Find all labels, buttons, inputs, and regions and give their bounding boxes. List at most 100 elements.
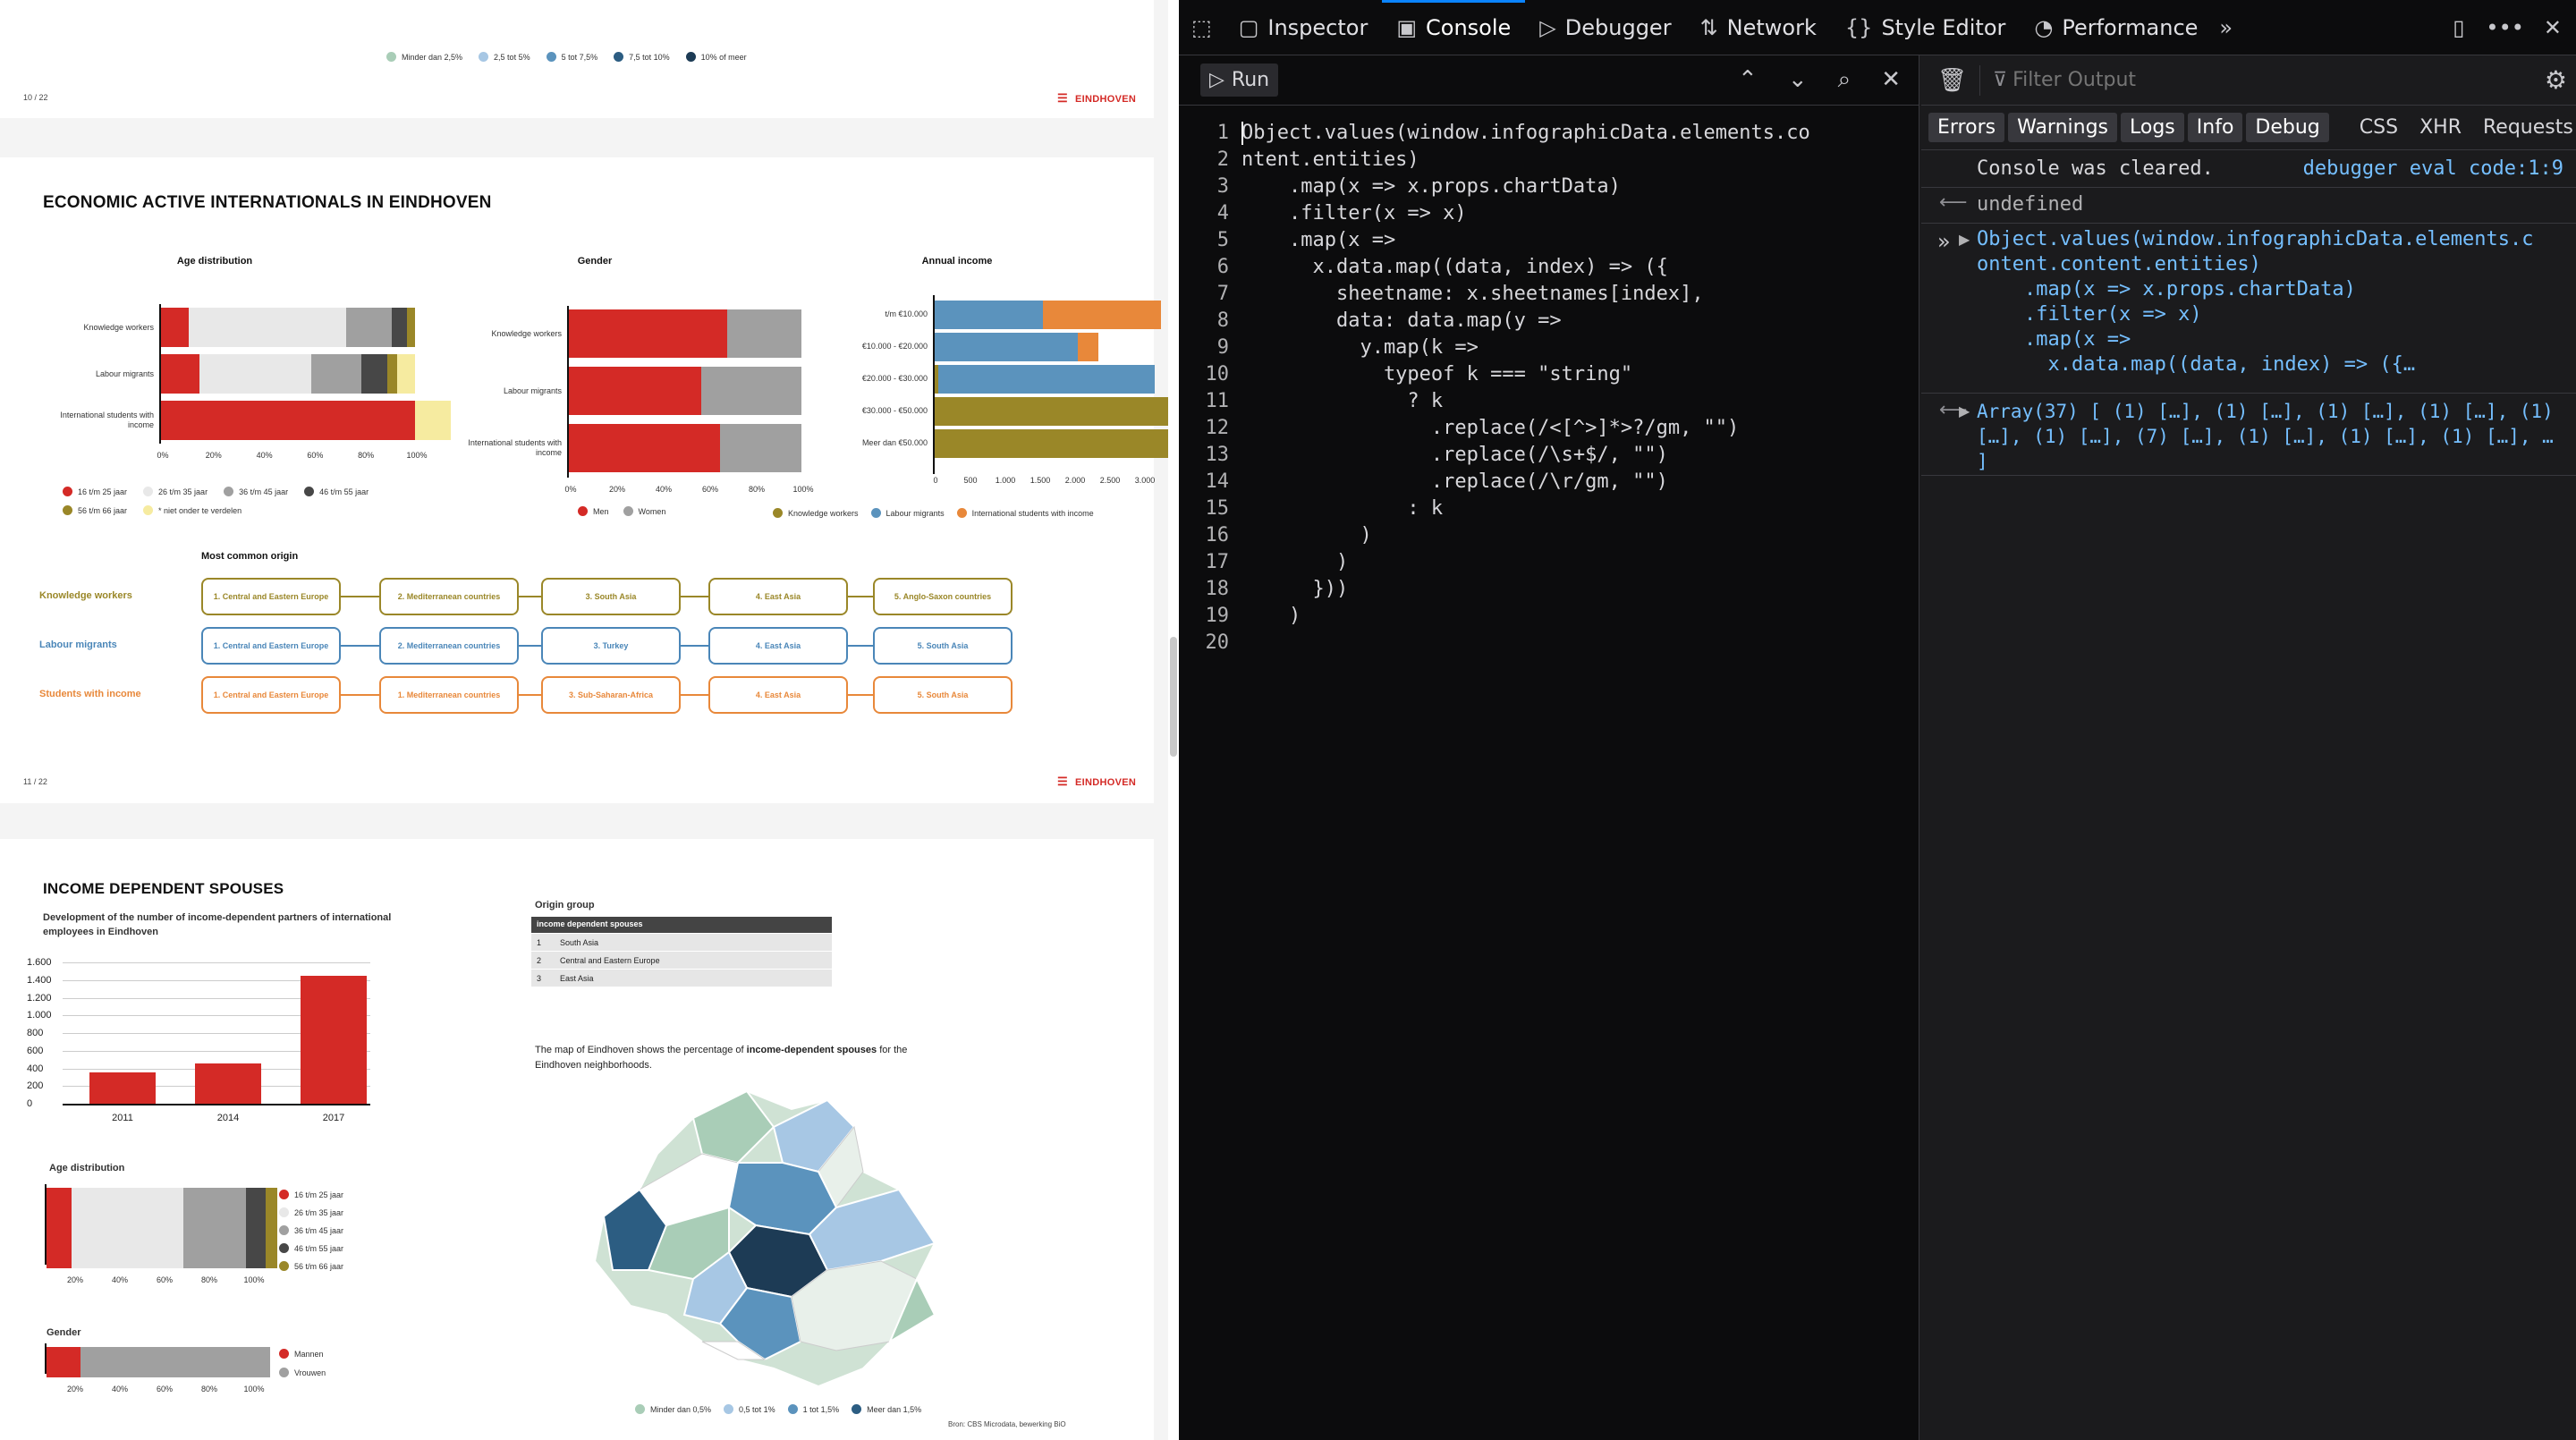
tick-label: 0	[933, 476, 938, 485]
close-icon: ✕	[2543, 14, 2562, 40]
expand-triangle-icon[interactable]: ▶	[1959, 402, 1970, 419]
table-row: 1 South Asia	[531, 933, 832, 951]
legend-swatch	[63, 487, 72, 496]
tick-label: 80%	[748, 485, 765, 494]
legend-label: 36 t/m 45 jaar	[294, 1225, 344, 1235]
legend-swatch	[386, 52, 396, 62]
origin-box: 2. Mediterranean countries	[379, 578, 519, 615]
filter-logs[interactable]: Logs	[2121, 113, 2184, 142]
tick-label: 60%	[156, 1275, 173, 1284]
close-devtools-button[interactable]: ✕	[2535, 0, 2576, 55]
tick-label: 0	[27, 1098, 33, 1109]
tick-label: 80%	[200, 1275, 217, 1284]
legend-label: 26 t/m 35 jaar	[294, 1207, 344, 1217]
result-text: undefined	[1977, 193, 2084, 216]
legend-swatch	[956, 508, 967, 518]
console-input-echo: » ▶ Object.values(window.infographicData…	[1921, 224, 2576, 394]
line-number: 5	[1216, 229, 1229, 251]
row-label: International students with income	[60, 411, 154, 429]
legend-item: 5 tot 7,5%	[546, 52, 597, 62]
code-line: ? k	[1241, 390, 1444, 412]
row-label: Labour migrants	[95, 368, 154, 378]
message-source-link[interactable]: debugger eval code:1:9	[2303, 156, 2563, 182]
tab-inspector[interactable]: ▢ Inspector	[1224, 0, 1383, 55]
gridline	[63, 962, 370, 963]
bar	[89, 1072, 156, 1104]
more-tabs-button[interactable]: »	[2212, 0, 2240, 55]
scrollbar[interactable]	[1168, 0, 1179, 1440]
legend-label: * niet onder te verdelen	[158, 505, 242, 515]
document-viewer[interactable]: Minder dan 2,5% 2,5 tot 5% 5 tot 7,5% 7,5 t…	[0, 0, 1168, 1440]
legend-item: Labour migrants	[870, 508, 945, 518]
tab-debugger[interactable]: ▷ Debugger	[1525, 0, 1685, 55]
array-result-text[interactable]: Array(37) [ (1) […], (1) […], (1) […], (…	[1977, 399, 2567, 474]
code-line: )	[1241, 551, 1349, 573]
line-number: 12	[1205, 417, 1230, 439]
log-level-filters: Errors Warnings Logs Info Debug CSS XHR …	[1921, 106, 2576, 150]
tick-label: 3.000	[1134, 476, 1156, 485]
filter-info[interactable]: Info	[2187, 113, 2243, 142]
tab-performance[interactable]: ◔ Performance	[2020, 0, 2212, 55]
tab-label: Console	[1426, 14, 1512, 40]
filter-requests[interactable]: Requests	[2474, 113, 2576, 142]
tick-label: 400	[27, 1063, 44, 1074]
responsive-mode-button[interactable]: ▯	[2442, 0, 2475, 55]
age-chart-title: Age distribution	[176, 256, 253, 267]
bar-segment	[80, 1347, 270, 1377]
tab-network[interactable]: ⇅ Network	[1686, 0, 1831, 55]
tick-label: 800	[27, 1028, 44, 1038]
row-number: 1	[537, 937, 542, 947]
bar-segment	[569, 367, 702, 415]
code-line: Object.values(window.infographicData.ele…	[1241, 122, 1810, 144]
origin-row-label: Students with income	[39, 689, 141, 699]
bar-segment	[161, 401, 415, 440]
filter-warnings[interactable]: Warnings	[2008, 113, 2118, 142]
tick-label: 40%	[256, 451, 273, 460]
tick-label: 40%	[111, 1385, 128, 1393]
expand-triangle-icon[interactable]: ▶	[1959, 231, 1970, 248]
code-area[interactable]: 1 Object.values(window.infographicData.el…	[1179, 113, 1919, 739]
code-line: .map(x => x.props.chartData)	[1241, 175, 1621, 198]
chevron-double-right-icon: »	[2219, 14, 2233, 40]
tab-console[interactable]: ▣ Console	[1382, 0, 1526, 55]
history-down-button[interactable]: ⌄	[1788, 66, 1808, 94]
row-number: 2	[537, 955, 542, 965]
legend-swatch	[773, 508, 783, 518]
legend-label: 16 t/m 25 jaar	[78, 487, 128, 496]
tick-label: 200	[27, 1080, 44, 1092]
line-number: 9	[1216, 336, 1229, 359]
tab-style-editor[interactable]: {} Style Editor	[1831, 0, 2020, 55]
history-up-button[interactable]: ⌃	[1738, 66, 1758, 94]
origin-group-title: Origin group	[535, 900, 595, 911]
legend-label: 16 t/m 25 jaar	[294, 1190, 344, 1199]
trash-icon[interactable]: 🗑	[1937, 67, 1967, 94]
row-label: €20.000 - €30.000	[861, 374, 928, 383]
gear-icon[interactable]: ⚙	[2545, 65, 2567, 95]
filter-xhr[interactable]: XHR	[2411, 113, 2470, 142]
element-picker-button[interactable]: ⬚	[1179, 0, 1224, 55]
message-text: Console was cleared.	[1977, 157, 2214, 180]
close-editor-button[interactable]: ✕	[1881, 66, 1901, 94]
line-number: 1	[1216, 122, 1229, 144]
legend-swatch	[279, 1243, 289, 1253]
line-number: 3	[1216, 175, 1229, 198]
table-header: income dependent spouses	[531, 917, 832, 933]
filter-debug[interactable]: Debug	[2246, 113, 2329, 142]
tick-label: 2.500	[1099, 476, 1121, 485]
legend-swatch	[279, 1349, 289, 1359]
filter-output-input[interactable]	[2012, 69, 2461, 91]
line-number: 11	[1205, 390, 1230, 412]
scrollbar-thumb[interactable]	[1170, 637, 1177, 757]
multiline-editor[interactable]: ▷ Run ⌃ ⌄ ⌕ ✕ 1 Object.values(window.infog…	[1179, 55, 1919, 1440]
spouses-subtitle: Development of the number of income-depe…	[43, 912, 392, 937]
legend-swatch	[870, 508, 881, 518]
performance-icon: ◔	[2034, 14, 2054, 40]
legend-label: Minder dan 2,5%	[402, 52, 463, 62]
legend-item: 10% of meer	[685, 52, 747, 62]
filter-css[interactable]: CSS	[2351, 113, 2407, 142]
tick-label: 80%	[200, 1385, 217, 1393]
search-icon[interactable]: ⌕	[1838, 66, 1852, 94]
run-button[interactable]: ▷ Run	[1200, 64, 1279, 97]
filter-errors[interactable]: Errors	[1928, 113, 2005, 142]
more-options-button[interactable]: •••	[2475, 0, 2534, 55]
